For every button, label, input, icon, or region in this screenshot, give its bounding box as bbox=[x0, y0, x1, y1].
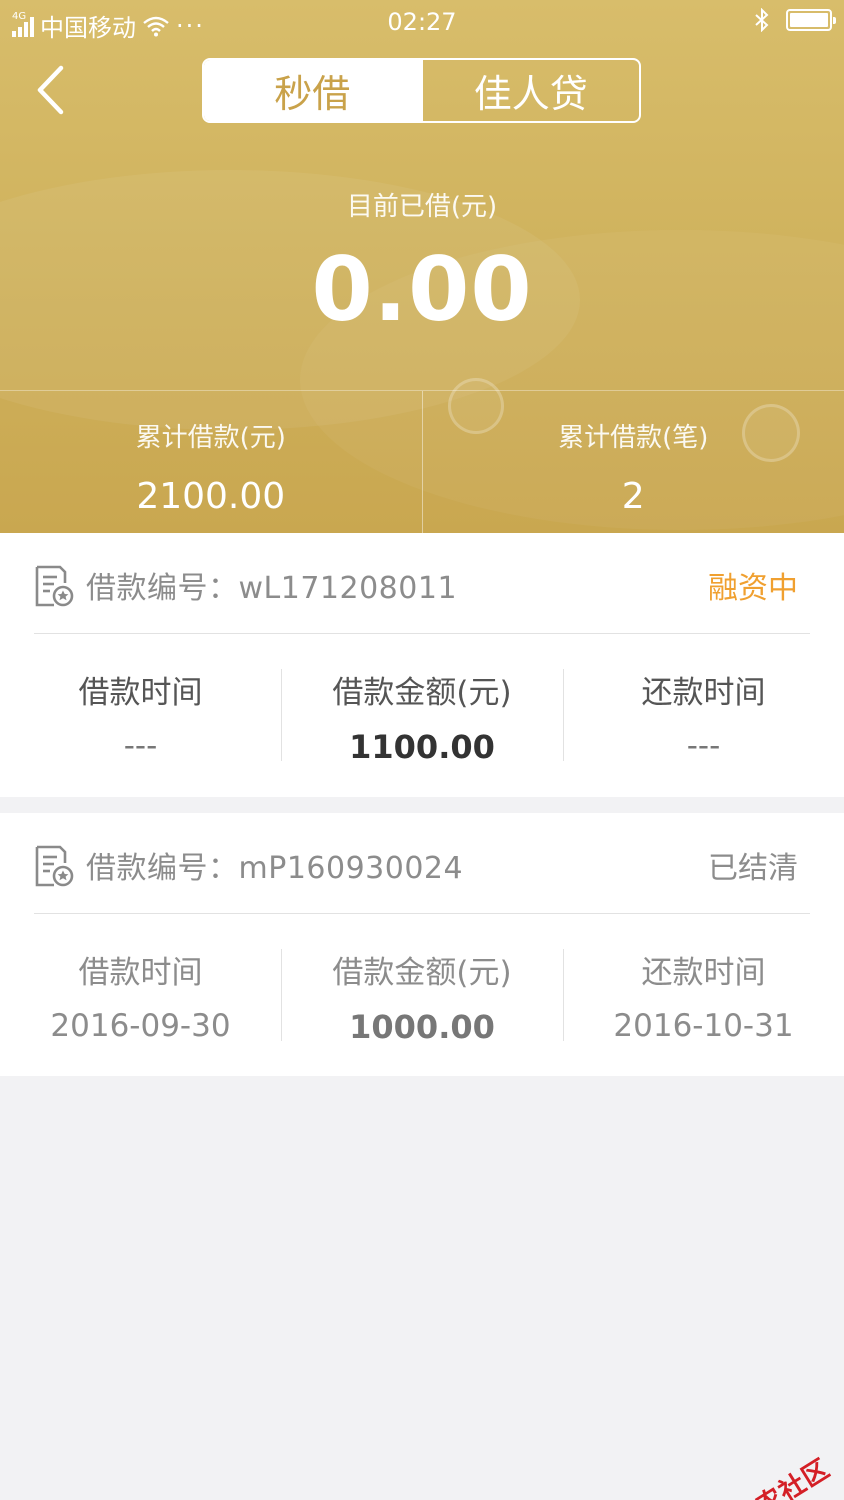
total-count-label: 累计借款(笔) bbox=[558, 423, 709, 453]
loan-amount-value: 1100.00 bbox=[349, 728, 495, 766]
header-panel: 4G 中国移动 ··· 02:27 秒借 佳人贷 目前已借(元) 0.00 累计… bbox=[0, 0, 844, 533]
loan-amount-value: 1000.00 bbox=[349, 1008, 495, 1046]
total-amount-label: 累计借款(元) bbox=[135, 423, 286, 453]
repay-time-column: 还款时间 --- bbox=[563, 633, 844, 797]
current-borrowed-label: 目前已借(元) bbox=[346, 192, 498, 222]
total-count-stat: 累计借款(笔) 2 bbox=[421, 391, 844, 533]
loan-document-icon bbox=[35, 565, 74, 607]
loan-amount-column: 借款金额(元) 1100.00 bbox=[281, 633, 563, 797]
loan-time-value: --- bbox=[123, 728, 158, 764]
summary-stats: 累计借款(元) 2100.00 累计借款(笔) 2 bbox=[0, 390, 844, 533]
back-button[interactable] bbox=[28, 62, 72, 118]
loan-amount-label: 借款金额(元) bbox=[332, 675, 512, 711]
loan-status-badge: 融资中 bbox=[708, 571, 798, 606]
loan-time-column: 借款时间 --- bbox=[0, 633, 281, 797]
loan-document-icon bbox=[35, 845, 74, 887]
total-amount-stat: 累计借款(元) 2100.00 bbox=[0, 391, 422, 533]
total-count-value: 2 bbox=[621, 476, 645, 517]
loan-status-badge: 已结清 bbox=[708, 851, 798, 886]
status-time: 02:27 bbox=[387, 8, 457, 36]
loan-card[interactable]: 借款编号：wL171208011 融资中 借款时间 --- 借款金额(元) 11… bbox=[0, 533, 844, 797]
total-amount-value: 2100.00 bbox=[136, 476, 286, 517]
tab-jiarendai[interactable]: 佳人贷 bbox=[420, 60, 640, 121]
repay-time-value: --- bbox=[686, 728, 721, 764]
tab-miaojie[interactable]: 秒借 bbox=[204, 60, 421, 121]
loan-type-segmented-control: 秒借 佳人贷 bbox=[202, 58, 641, 123]
status-bar: 4G 中国移动 ··· 02:27 bbox=[0, 0, 844, 44]
loan-number: 借款编号：wL171208011 bbox=[86, 571, 458, 606]
loan-time-label: 借款时间 bbox=[78, 955, 203, 991]
watermark: 卡农社区 bbox=[694, 1449, 836, 1500]
loan-card[interactable]: 借款编号：mP160930024 已结清 借款时间 2016-09-30 借款金… bbox=[0, 813, 844, 1076]
loan-amount-label: 借款金额(元) bbox=[332, 955, 512, 991]
battery-icon bbox=[786, 9, 836, 31]
repay-time-column: 还款时间 2016-10-31 bbox=[563, 913, 844, 1077]
loan-time-column: 借款时间 2016-09-30 bbox=[0, 913, 281, 1077]
loan-amount-column: 借款金额(元) 1000.00 bbox=[281, 913, 563, 1077]
current-borrowed-amount: 0.00 bbox=[311, 238, 533, 341]
loan-time-value: 2016-09-30 bbox=[50, 1008, 231, 1044]
repay-time-value: 2016-10-31 bbox=[613, 1008, 794, 1044]
repay-time-label: 还款时间 bbox=[641, 675, 766, 711]
loan-time-label: 借款时间 bbox=[78, 675, 203, 711]
chevron-left-icon bbox=[37, 65, 64, 115]
repay-time-label: 还款时间 bbox=[641, 955, 766, 991]
watermark-text: 卡农社区 bbox=[727, 1453, 836, 1500]
loan-number: 借款编号：mP160930024 bbox=[86, 851, 464, 886]
bluetooth-icon bbox=[755, 8, 769, 32]
